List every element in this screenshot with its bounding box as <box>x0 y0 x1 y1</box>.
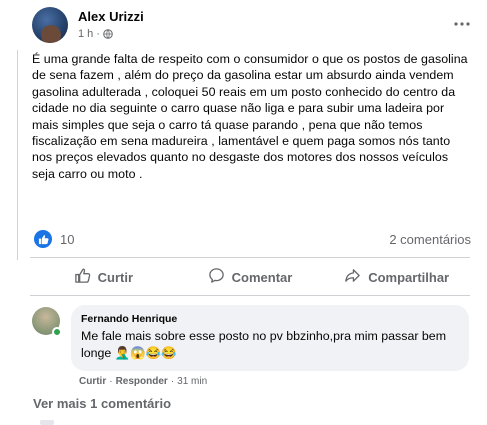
share-button[interactable]: Compartilhar <box>323 262 470 292</box>
globe-icon <box>103 29 113 39</box>
post-author[interactable]: Alex Urizzi <box>78 9 144 24</box>
divider-top <box>30 257 470 258</box>
comment-label: Comentar <box>231 269 293 285</box>
comment-button[interactable]: Comentar <box>177 262 324 292</box>
thumbs-up-icon <box>74 267 91 287</box>
comment-like-link[interactable]: Curtir <box>79 376 106 387</box>
comment-reply-link[interactable]: Responder <box>116 376 168 387</box>
divider-bottom <box>30 295 470 296</box>
comments-count[interactable]: 2 comentários <box>389 232 471 247</box>
meta-separator: · <box>96 28 100 40</box>
post-time[interactable]: 1 h <box>78 28 93 40</box>
comment-author[interactable]: Fernando Henrique <box>81 313 459 325</box>
comment-icon <box>208 267 225 287</box>
post-header: Alex Urizzi 1 h · <box>20 4 480 48</box>
online-status-dot <box>52 327 62 337</box>
post-text: É uma grande falta de respeito com o con… <box>32 52 468 181</box>
comment-bubble: Fernando Henrique Me fale mais sobre ess… <box>71 305 469 371</box>
author-avatar[interactable] <box>32 7 68 43</box>
share-label: Compartilhar <box>368 269 450 285</box>
more-options-icon[interactable] <box>450 12 474 36</box>
like-button[interactable]: Curtir <box>30 262 177 292</box>
comment-text: Me fale mais sobre esse posto no pv bbzi… <box>81 329 447 360</box>
next-comment-stub <box>40 420 54 425</box>
reaction-count: 10 <box>60 231 75 247</box>
comment-time[interactable]: 31 min <box>177 376 207 387</box>
view-more-comments-link[interactable]: Ver mais 1 comentário <box>33 396 171 411</box>
comment-separator-2: · <box>170 376 175 387</box>
post-meta: 1 h · <box>78 28 113 40</box>
comment-separator: · <box>109 376 113 387</box>
like-label: Curtir <box>97 269 134 285</box>
share-icon <box>344 267 361 287</box>
reactions-summary[interactable]: 10 <box>34 229 74 249</box>
thread-rule <box>17 50 18 260</box>
like-reaction-icon <box>34 230 52 248</box>
post-actions: Curtir Comentar Compartilhar <box>30 262 470 292</box>
comment-actions: Curtir · Responder · 31 min <box>79 376 207 387</box>
